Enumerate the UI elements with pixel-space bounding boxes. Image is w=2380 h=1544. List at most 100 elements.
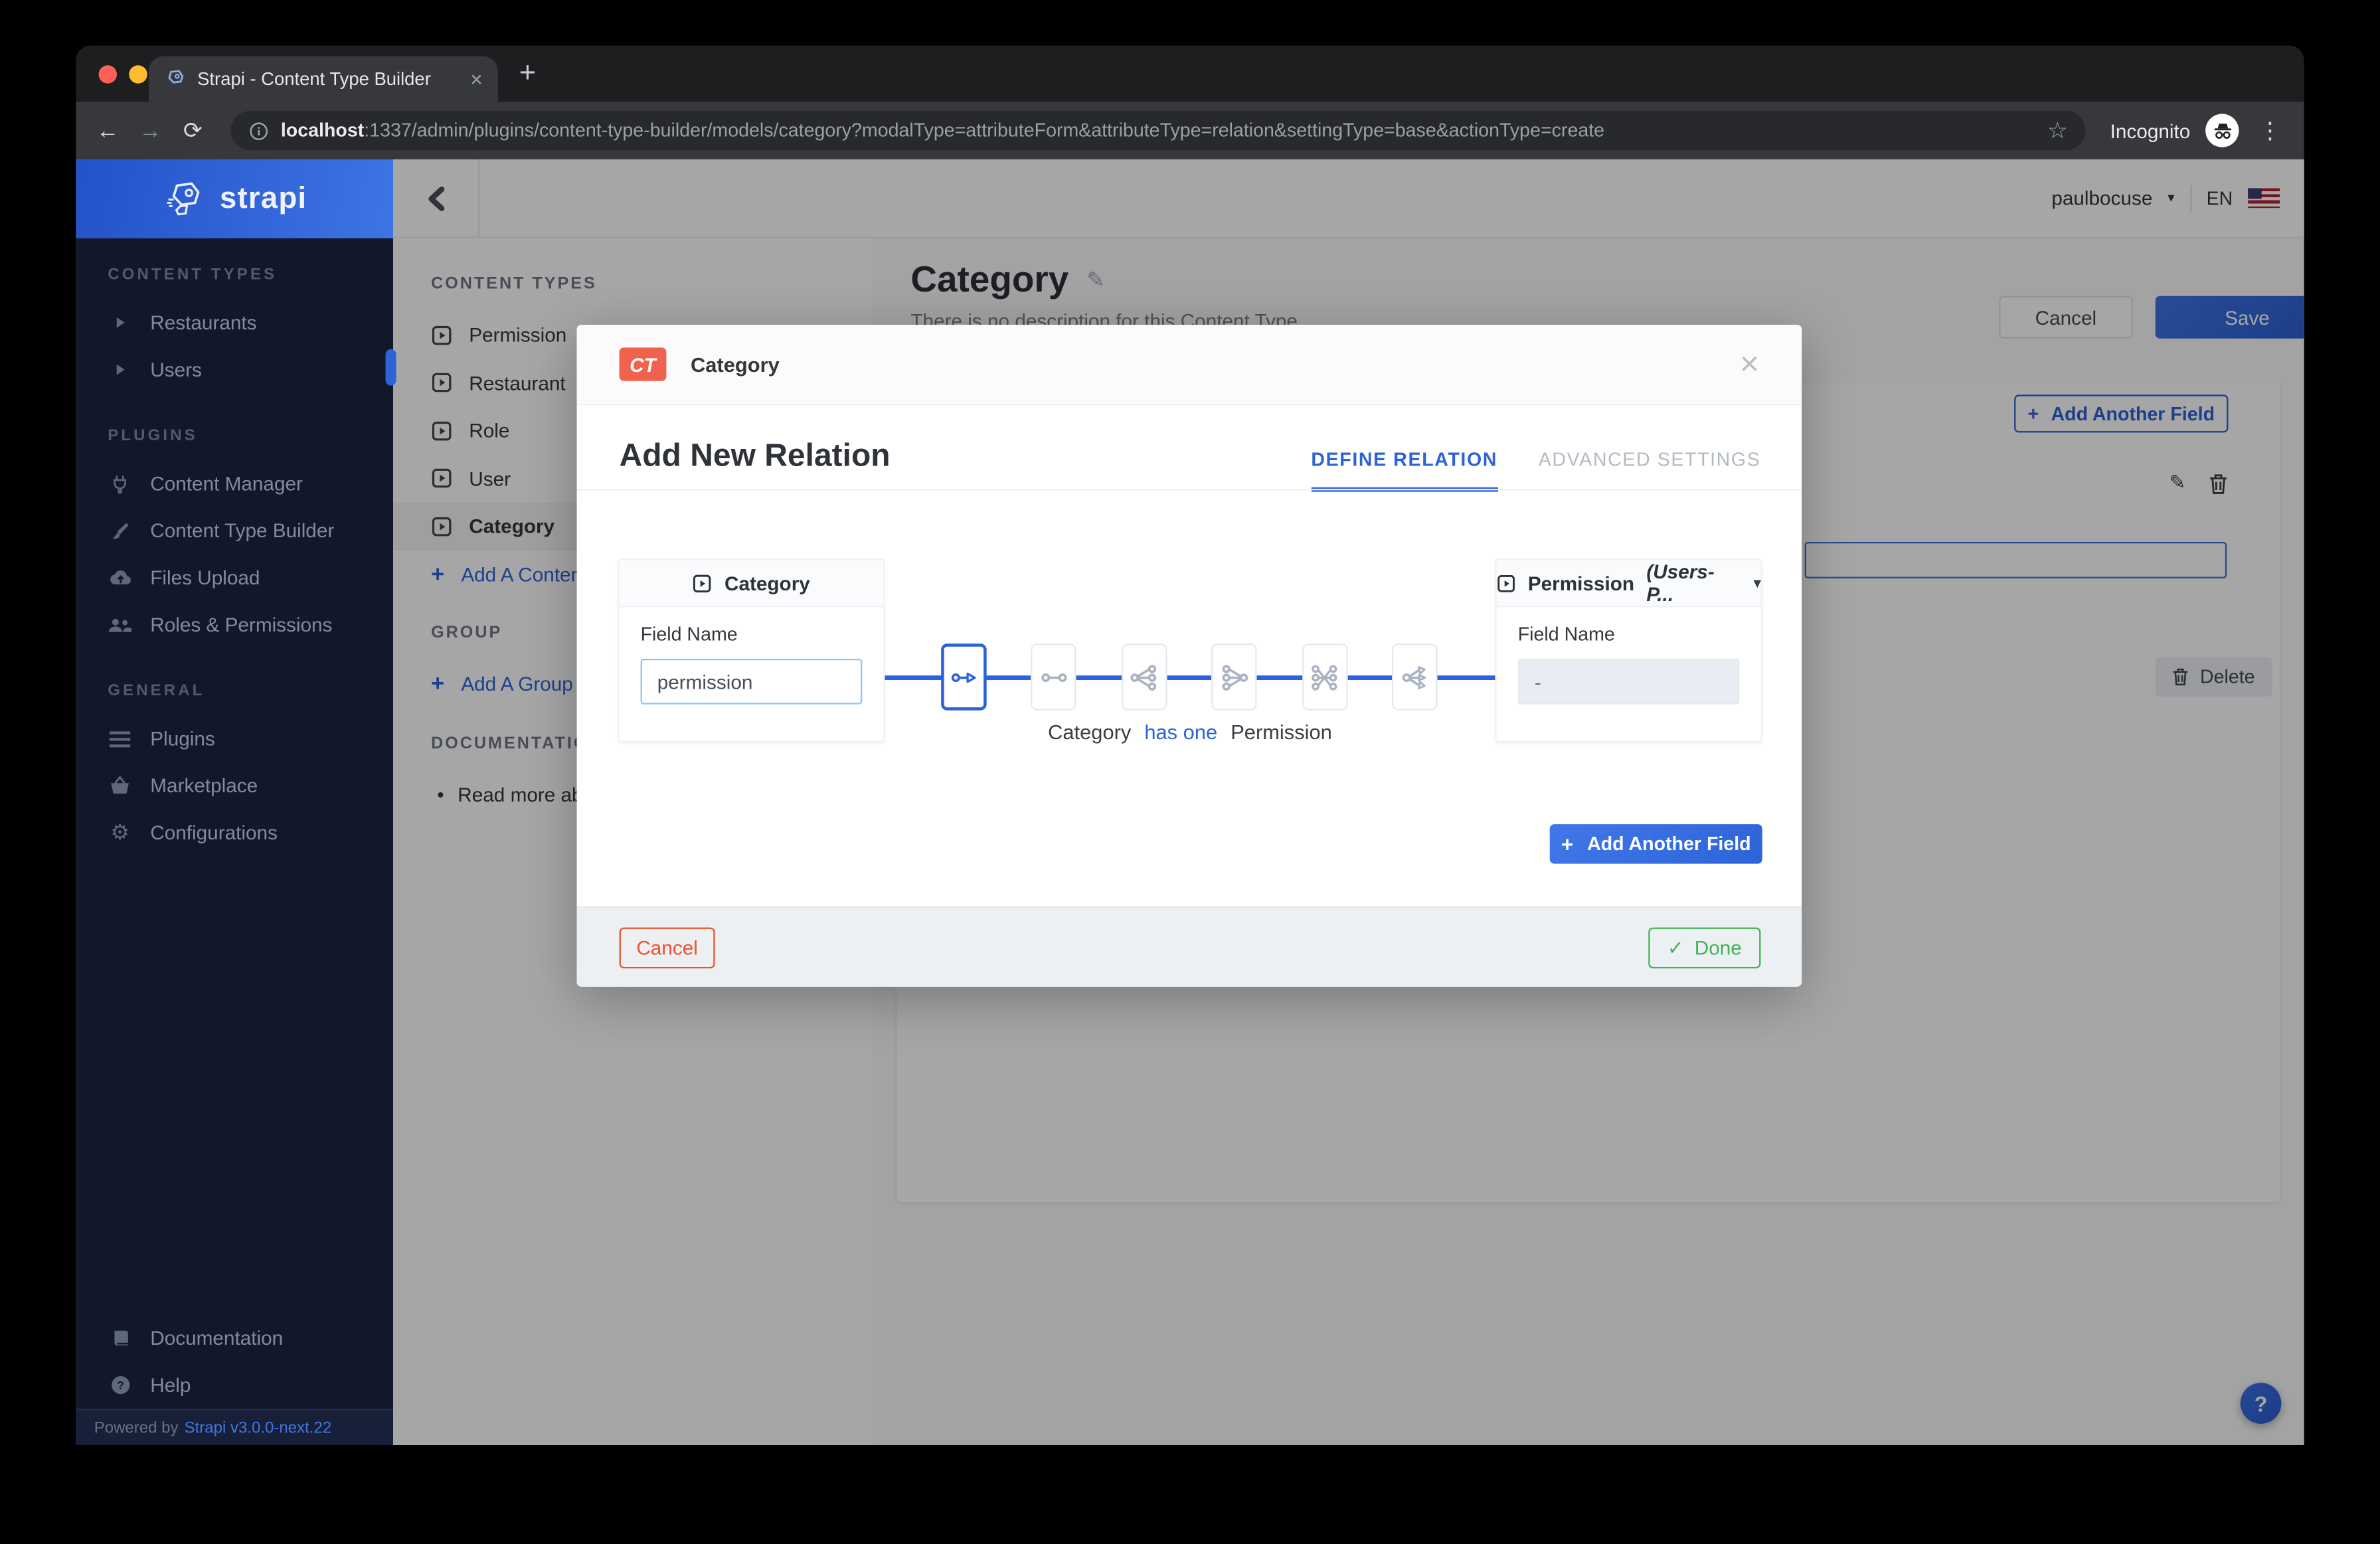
caption-target: Permission [1231,721,1332,744]
sidebar-item-label: Help [150,1373,191,1397]
relation-many-to-one-button[interactable] [1211,643,1257,711]
sidebar-bottom: Documentation ? Help [76,1314,393,1409]
relation-source-card: Category Field Name [618,558,885,742]
caret-square-right-icon [693,574,712,592]
strapi-logo-text: strapi [219,181,307,215]
list-icon [108,729,132,747]
caret-down-icon[interactable]: ▾ [1754,574,1760,591]
many-to-one-icon [1221,664,1248,690]
plus-icon: + [1561,831,1574,857]
strapi-version-link[interactable]: Strapi v3.0.0-next.22 [185,1418,331,1436]
new-tab-button[interactable]: + [519,58,536,91]
relation-many-to-many-button[interactable] [1302,643,1347,711]
one-way-icon [950,671,976,683]
sidebar-item-label: Documentation [150,1326,284,1349]
sidebar-item-content-type-builder[interactable]: Content Type Builder [76,507,393,554]
many-to-many-icon [1312,664,1337,690]
relation-caption: Category has one Permission [885,721,1495,744]
sidebar-item-configurations[interactable]: ⚙ Configurations [76,809,393,856]
target-card-subtitle: (Users-P... [1646,560,1715,606]
tab-advanced-settings[interactable]: ADVANCED SETTINGS [1539,450,1761,492]
sidebar-item-label: Plugins [150,727,215,750]
cloud-upload-icon [108,568,132,588]
browser-tab[interactable]: Strapi - Content Type Builder × [148,56,498,102]
sidebar-section-general: GENERAL [108,681,205,700]
forward-icon[interactable]: → [137,118,164,143]
close-icon[interactable]: × [1740,347,1759,381]
target-card-header[interactable]: Permission (Users-P... ▾ [1496,560,1761,608]
sidebar-item-help[interactable]: ? Help [76,1361,393,1409]
sidebar-item-label: Restaurants [150,311,257,334]
back-icon[interactable]: ← [94,118,122,143]
many-way-icon [1401,665,1426,689]
sidebar-item-label: Content Manager [150,472,303,495]
main-sidebar: strapi CONTENT TYPES Restaurants Users P… [76,159,393,1445]
caption-source: Category [1048,721,1132,744]
add-relation-modal: CT Category × Add New Relation DEFINE RE… [576,325,1802,987]
sidebar-item-label: Files Upload [150,566,260,589]
relation-one-to-one-button[interactable] [1031,643,1077,711]
sidebar-section-plugins: PLUGINS [108,426,198,445]
caption-relation-type: has one [1144,721,1218,744]
tab-define-relation[interactable]: DEFINE RELATION [1311,450,1498,492]
modal-title: Add New Relation [619,438,891,474]
done-label: Done [1694,936,1742,960]
sidebar-section-content-types: CONTENT TYPES [108,265,278,284]
sidebar-item-label: Configurations [150,821,278,844]
sidebar-item-content-manager[interactable]: Content Manager [76,460,393,507]
sidebar-item-roles-permissions[interactable]: Roles & Permissions [76,601,393,648]
source-card-title: Category [724,571,810,594]
one-to-one-icon [1041,672,1067,681]
url-text: localhost:1337/admin/plugins/content-typ… [281,120,1604,141]
tab-close-icon[interactable]: × [470,67,483,92]
powered-by-bar: Powered by Strapi v3.0.0-next.22 [76,1409,393,1445]
modal-done-button[interactable]: ✓ Done [1648,927,1761,969]
site-info-icon[interactable] [249,121,269,141]
minimize-window-button[interactable] [129,65,147,84]
book-icon [108,1328,132,1348]
content-type-badge: CT [619,347,667,381]
paintbrush-icon [108,520,132,541]
address-bar[interactable]: localhost:1337/admin/plugins/content-typ… [230,110,2086,151]
one-to-many-icon [1131,664,1157,690]
modal-add-another-field-button[interactable]: + Add Another Field [1549,824,1762,864]
sidebar-item-users[interactable]: Users [76,346,393,393]
sidebar-item-restaurants[interactable]: Restaurants [76,299,393,346]
browser-menu-icon[interactable]: ⋮ [2254,117,2286,144]
sidebar-item-label: Marketplace [150,774,258,797]
target-field-name-input [1517,658,1740,705]
users-group-icon [108,616,132,634]
modal-tabs: DEFINE RELATION ADVANCED SETTINGS [1311,450,1760,492]
strapi-rocket-icon [167,182,199,216]
active-indicator [385,349,396,386]
incognito-label: Incognito [2110,119,2191,142]
caret-right-icon [108,363,132,377]
relation-one-way-button[interactable] [941,643,987,711]
screenshot-stage: Strapi - Content Type Builder × + ← → ⟳ … [0,0,2380,1544]
tab-strip: Strapi - Content Type Builder × + [76,45,2304,102]
check-icon: ✓ [1667,936,1684,959]
relation-zone: Category Field Name permission Category … [618,558,1762,809]
sidebar-item-documentation[interactable]: Documentation [76,1314,393,1361]
basket-icon [108,775,132,796]
sidebar-item-marketplace[interactable]: Marketplace [76,762,393,809]
modal-header-title: Category [690,353,780,376]
reload-icon[interactable]: ⟳ [179,117,207,144]
sidebar-nav: CONTENT TYPES Restaurants Users PLUGINS … [76,238,393,856]
sidebar-item-label: Roles & Permissions [150,613,333,636]
url-host: localhost [280,120,365,141]
caret-right-icon [108,315,132,329]
sidebar-item-plugins[interactable]: Plugins [76,715,393,762]
relation-many-way-button[interactable] [1391,643,1438,711]
strapi-logo[interactable]: strapi [76,159,393,238]
powered-by-text: Powered by [94,1418,179,1437]
relation-one-to-many-button[interactable] [1121,643,1167,711]
modal-cancel-button[interactable]: Cancel [619,927,715,969]
url-path: :1337/admin/plugins/content-type-builder… [364,120,1605,141]
source-field-name-input[interactable] [640,658,863,705]
close-window-button[interactable] [98,65,117,84]
relation-target-card: Permission (Users-P... ▾ Field Name [1495,558,1762,742]
tab-title: Strapi - Content Type Builder [197,68,431,90]
sidebar-item-files-upload[interactable]: Files Upload [76,554,393,601]
bookmark-star-icon[interactable]: ☆ [2047,117,2068,144]
